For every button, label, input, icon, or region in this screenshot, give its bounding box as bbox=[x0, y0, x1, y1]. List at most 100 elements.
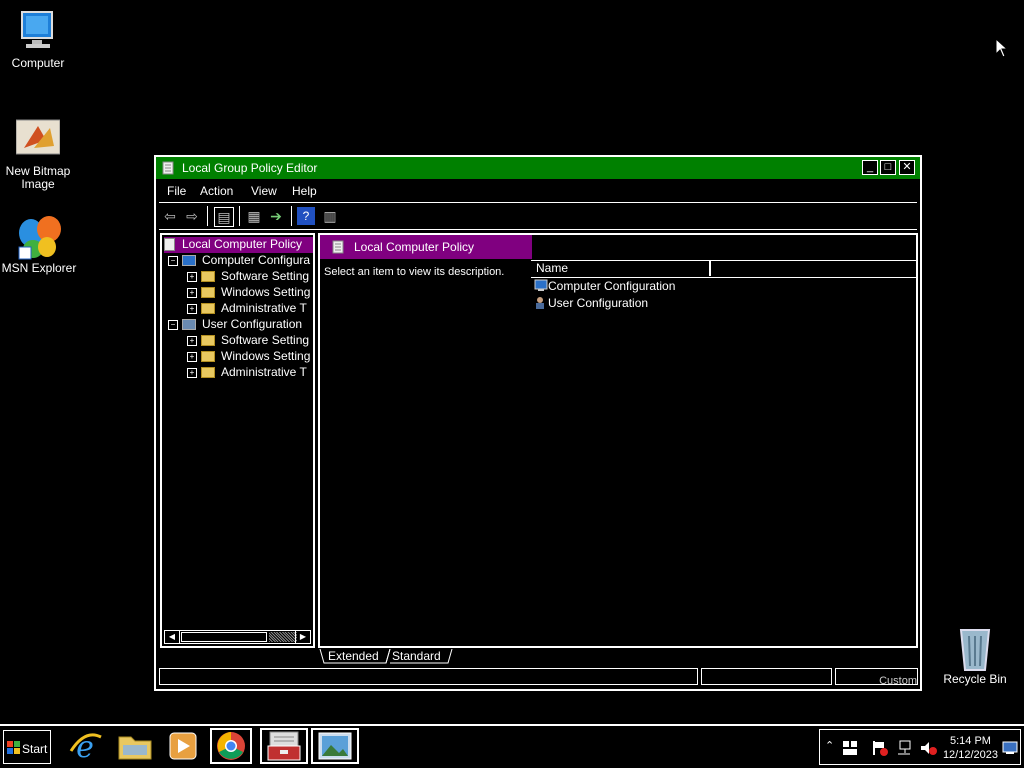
view-tabs: Extended Standard bbox=[318, 649, 918, 665]
details-header: Local Computer Policy bbox=[320, 235, 532, 259]
status-pane-1 bbox=[159, 668, 698, 685]
tree-horizontal-scrollbar[interactable]: ◀ ▶ bbox=[164, 630, 311, 644]
tree-item-user-configuration[interactable]: − User Configuration bbox=[168, 317, 313, 333]
network-icon[interactable] bbox=[896, 740, 912, 756]
taskbar-file-explorer[interactable] bbox=[114, 728, 156, 764]
column-header-blank[interactable] bbox=[711, 261, 918, 276]
expand-icon[interactable]: + bbox=[187, 271, 197, 282]
menu-file[interactable]: File bbox=[167, 184, 186, 198]
expand-icon[interactable]: + bbox=[187, 287, 197, 298]
maximize-button[interactable]: □ bbox=[880, 160, 896, 175]
taskbar-internet-explorer[interactable]: e bbox=[64, 728, 106, 765]
media-player-icon bbox=[169, 732, 197, 760]
picture-icon bbox=[318, 732, 352, 760]
toolbox-icon bbox=[267, 731, 301, 761]
desktop-icon-computer[interactable]: Computer bbox=[0, 10, 76, 70]
forward-arrow-icon[interactable]: ⇨ bbox=[183, 207, 201, 225]
desktop-icon-label: Computer bbox=[11, 56, 65, 70]
taskbar-group-policy-editor[interactable] bbox=[260, 728, 308, 764]
column-header-name[interactable]: Name bbox=[531, 261, 711, 276]
console-tree[interactable]: Local Computer Policy − Computer Configur… bbox=[160, 233, 315, 648]
flag-alert-icon[interactable] bbox=[872, 740, 888, 756]
minimize-icon: _ bbox=[866, 161, 874, 173]
desktop-icon-msn[interactable]: MSN Explorer bbox=[1, 215, 77, 275]
volume-muted-icon[interactable] bbox=[920, 740, 938, 756]
expand-icon[interactable]: + bbox=[187, 335, 197, 346]
collapse-icon[interactable]: − bbox=[168, 319, 178, 330]
menu-help[interactable]: Help bbox=[292, 184, 317, 198]
desktop-icon-bitmap[interactable]: New Bitmap Image bbox=[0, 118, 76, 191]
list-header: Name bbox=[531, 260, 918, 278]
tree-item-administrative-templates[interactable]: + Administrative T bbox=[187, 301, 313, 317]
taskbar-chrome[interactable] bbox=[210, 728, 252, 764]
policy-document-icon bbox=[332, 240, 344, 254]
tree-item-software-settings[interactable]: + Software Setting bbox=[187, 333, 313, 349]
list-item[interactable]: Computer Configuration bbox=[534, 279, 675, 293]
user-icon bbox=[536, 297, 544, 309]
expand-icon[interactable]: + bbox=[187, 303, 197, 314]
action-center-icon[interactable] bbox=[842, 740, 858, 756]
taskbar-media-player[interactable] bbox=[162, 728, 204, 764]
desktop-icon-recycle-bin[interactable]: Recycle Bin bbox=[937, 626, 1013, 686]
start-label: Start bbox=[22, 742, 48, 756]
status-pane-3: Custom bbox=[835, 668, 918, 685]
computer-icon bbox=[182, 255, 196, 267]
folder-icon bbox=[201, 367, 215, 379]
clock[interactable]: 5:14 PM 12/12/2023 bbox=[943, 734, 998, 762]
group-policy-editor-window[interactable]: Local Group Policy Editor _ □ ✕ File Act… bbox=[154, 155, 922, 691]
taskbar: Start e ⌃ 5:14 PM 12/12/2023 bbox=[0, 724, 1024, 768]
user-icon bbox=[182, 319, 196, 331]
toolbar-separator bbox=[239, 206, 240, 226]
expand-icon[interactable]: + bbox=[187, 351, 197, 362]
menu-action[interactable]: Action bbox=[200, 184, 233, 198]
tree-item-local-computer-policy[interactable]: Local Computer Policy bbox=[164, 237, 313, 253]
msn-butterfly-icon bbox=[17, 215, 61, 260]
show-hide-tree-icon[interactable]: ▤ bbox=[214, 207, 234, 227]
tab-standard[interactable]: Standard bbox=[392, 649, 441, 663]
computer-icon bbox=[534, 279, 548, 291]
show-desktop-icon[interactable] bbox=[1002, 741, 1018, 755]
desktop-icon-label: MSN Explorer bbox=[1, 261, 77, 275]
scroll-thumb[interactable] bbox=[181, 632, 267, 642]
window-title: Local Group Policy Editor bbox=[182, 161, 318, 175]
close-button[interactable]: ✕ bbox=[899, 160, 915, 175]
close-icon: ✕ bbox=[902, 161, 912, 173]
desktop-icon-label: New Bitmap Image bbox=[5, 164, 71, 191]
folder-icon bbox=[201, 351, 215, 363]
expand-icon[interactable]: + bbox=[187, 367, 197, 378]
scroll-left-icon[interactable]: ◀ bbox=[165, 631, 180, 643]
folder-icon bbox=[201, 287, 215, 299]
folder-icon bbox=[118, 736, 152, 760]
tab-extended[interactable]: Extended bbox=[328, 649, 379, 663]
tree-item-software-settings[interactable]: + Software Setting bbox=[187, 269, 313, 285]
toolbar: ⇦ ⇨ ▤ ▦ ➔ ? ▥ bbox=[159, 202, 917, 230]
filter-options-icon[interactable]: ▥ bbox=[321, 207, 339, 225]
properties-icon[interactable]: ▦ bbox=[245, 207, 263, 225]
tree-item-windows-settings[interactable]: + Windows Setting bbox=[187, 285, 313, 301]
minimize-button[interactable]: _ bbox=[862, 160, 878, 175]
folder-icon bbox=[201, 303, 215, 315]
list-item[interactable]: User Configuration bbox=[534, 296, 648, 310]
clock-date: 12/12/2023 bbox=[942, 749, 998, 761]
menu-view[interactable]: View bbox=[251, 184, 277, 198]
scroll-right-icon[interactable]: ▶ bbox=[295, 631, 310, 643]
scroll-track[interactable] bbox=[269, 632, 297, 642]
bitmap-image-icon bbox=[15, 118, 61, 162]
menu-bar: File Action View Help bbox=[156, 179, 920, 201]
tree-item-administrative-templates[interactable]: + Administrative T bbox=[187, 365, 313, 381]
status-pane-2 bbox=[701, 668, 832, 685]
folder-icon bbox=[201, 335, 215, 347]
back-arrow-icon[interactable]: ⇦ bbox=[161, 207, 179, 225]
start-button[interactable]: Start bbox=[3, 730, 51, 764]
taskbar-image-viewer[interactable] bbox=[311, 728, 359, 764]
policy-document-icon bbox=[164, 238, 175, 252]
tree-item-computer-configuration[interactable]: − Computer Configura bbox=[168, 253, 313, 269]
export-list-icon[interactable]: ➔ bbox=[267, 207, 285, 225]
title-bar[interactable]: Local Group Policy Editor _ □ ✕ bbox=[156, 157, 920, 179]
help-icon[interactable]: ? bbox=[297, 207, 315, 225]
computer-icon bbox=[16, 10, 60, 54]
desktop-icon-label: Recycle Bin bbox=[943, 672, 1007, 686]
collapse-icon[interactable]: − bbox=[168, 255, 178, 266]
tree-item-windows-settings[interactable]: + Windows Setting bbox=[187, 349, 313, 365]
show-hidden-icons-icon[interactable]: ⌃ bbox=[825, 739, 834, 752]
